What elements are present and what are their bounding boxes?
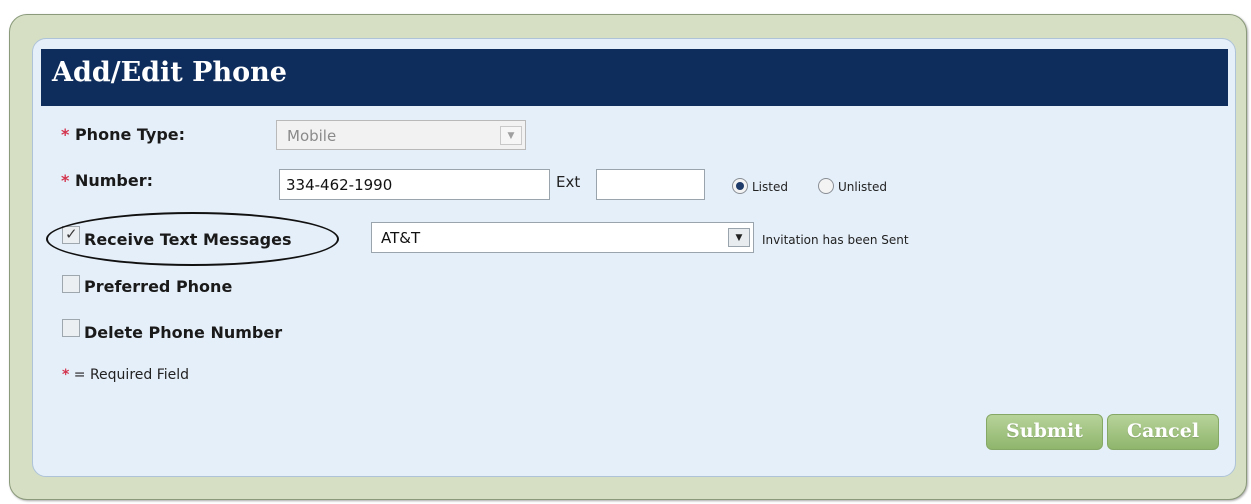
carrier-select[interactable]: AT&T ▼ xyxy=(371,222,754,253)
ext-input[interactable] xyxy=(596,169,705,200)
phone-number-value: 334-462-1990 xyxy=(286,176,393,194)
ext-label: Ext xyxy=(556,173,581,191)
required-star: * xyxy=(61,171,70,190)
required-note-text: = Required Field xyxy=(73,367,190,383)
phone-type-label: * Phone Type: xyxy=(61,125,185,144)
unlisted-label: Unlisted xyxy=(838,180,888,194)
receive-text-label: Receive Text Messages xyxy=(84,230,292,249)
listed-label: Listed xyxy=(752,180,788,194)
delete-phone-checkbox[interactable] xyxy=(62,319,80,337)
required-star: * xyxy=(62,367,70,383)
chevron-down-icon: ▼ xyxy=(500,126,522,145)
phone-type-select[interactable]: Mobile ▼ xyxy=(276,120,526,150)
required-star: * xyxy=(61,125,70,144)
receive-text-checkbox[interactable] xyxy=(62,225,80,244)
delete-phone-label: Delete Phone Number xyxy=(84,323,283,342)
required-note: * = Required Field xyxy=(62,367,189,383)
dialog-title: Add/Edit Phone xyxy=(52,57,287,88)
carrier-value: AT&T xyxy=(381,229,421,247)
phone-type-label-text: Phone Type: xyxy=(74,125,186,144)
cancel-button[interactable]: Cancel xyxy=(1107,414,1219,450)
preferred-phone-checkbox[interactable] xyxy=(62,275,80,293)
phone-type-value: Mobile xyxy=(287,127,337,145)
phone-number-input[interactable]: 334-462-1990 xyxy=(279,169,550,200)
unlisted-radio[interactable] xyxy=(818,178,834,194)
invitation-status: Invitation has been Sent xyxy=(762,233,909,247)
number-label: * Number: xyxy=(61,171,153,190)
chevron-down-icon: ▼ xyxy=(728,228,750,247)
preferred-phone-label: Preferred Phone xyxy=(84,277,233,296)
submit-button[interactable]: Submit xyxy=(986,414,1103,450)
number-label-text: Number: xyxy=(74,171,153,190)
listed-radio[interactable] xyxy=(732,178,748,194)
